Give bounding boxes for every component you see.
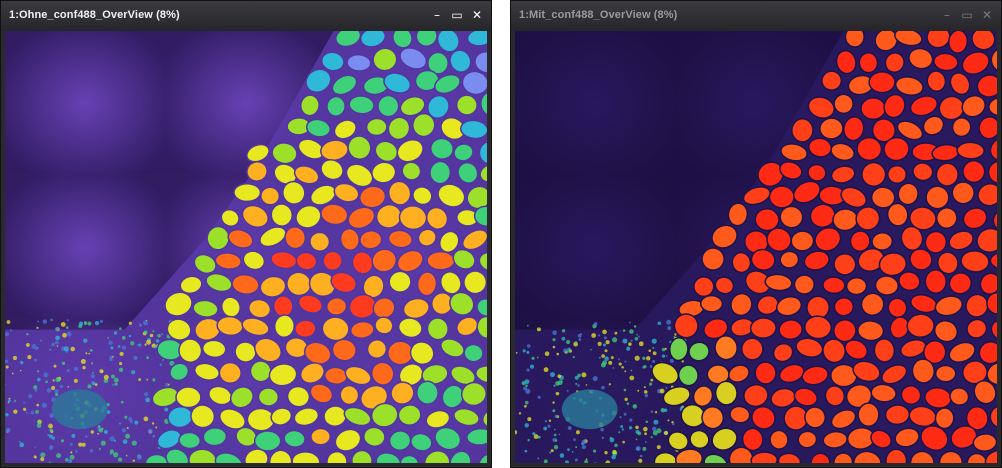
titlebar[interactable]: 1:Mit_conf488_OverView (8%) – ▭ ✕: [511, 1, 1001, 31]
image-canvas[interactable]: [515, 31, 997, 463]
maximize-icon[interactable]: ▭: [959, 7, 975, 23]
maximize-icon[interactable]: ▭: [449, 7, 465, 23]
minimize-icon[interactable]: –: [939, 7, 955, 23]
image-canvas[interactable]: [5, 31, 487, 463]
titlebar[interactable]: 1:Ohne_conf488_OverView (8%) – ▭ ✕: [1, 1, 491, 31]
fluorescence-image: [515, 31, 997, 463]
window-title: 1:Mit_conf488_OverView (8%): [519, 9, 678, 21]
close-icon[interactable]: ✕: [979, 7, 995, 23]
window-controls: – ▭ ✕: [429, 7, 485, 23]
minimize-icon[interactable]: –: [429, 7, 445, 23]
close-icon[interactable]: ✕: [469, 7, 485, 23]
image-window-left[interactable]: 1:Ohne_conf488_OverView (8%) – ▭ ✕: [0, 0, 492, 468]
window-controls: – ▭ ✕: [939, 7, 995, 23]
fluorescence-image: [5, 31, 487, 463]
window-title: 1:Ohne_conf488_OverView (8%): [9, 9, 180, 21]
image-window-right[interactable]: 1:Mit_conf488_OverView (8%) – ▭ ✕: [510, 0, 1002, 468]
